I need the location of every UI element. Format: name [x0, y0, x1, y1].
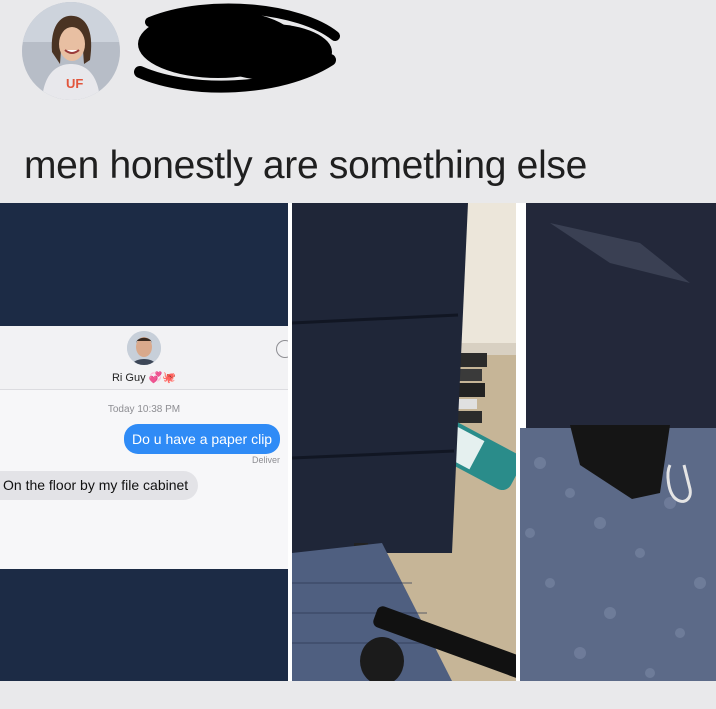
message-timestamp: Today 10:38 PM — [107, 404, 181, 415]
incoming-message-bubble: On the floor by my file cabinet — [0, 471, 199, 500]
profile-photo-icon: UF — [22, 2, 120, 100]
post-caption: men honestly are something else — [24, 144, 588, 187]
paper-clip-closeup-image — [520, 203, 716, 681]
info-icon[interactable] — [276, 340, 288, 358]
message-screenshot-panel: Ri Guy 💞🐙 Today 10:38 PM Do u have a pap… — [0, 203, 288, 681]
contact-avatar[interactable] — [127, 331, 161, 365]
outgoing-message-bubble: Do u have a paper clip — [124, 424, 281, 454]
paper-clip-closeup-photo — [520, 203, 716, 681]
contact-photo-icon — [127, 331, 161, 365]
profile-avatar[interactable]: UF — [22, 2, 120, 100]
redacted-username — [130, 2, 340, 97]
file-cabinet-photo — [292, 203, 516, 681]
conversation-header: Ri Guy 💞🐙 — [0, 326, 288, 390]
scribble-icon — [134, 3, 340, 93]
delivered-status: Deliver — [252, 455, 281, 465]
image-collage[interactable]: Ri Guy 💞🐙 Today 10:38 PM Do u have a pap… — [0, 203, 716, 681]
contact-name: Ri Guy 💞🐙 — [111, 372, 177, 384]
file-cabinet-photo-image — [292, 203, 516, 681]
messages-screen: Ri Guy 💞🐙 Today 10:38 PM Do u have a pap… — [0, 326, 288, 569]
svg-text:UF: UF — [66, 76, 83, 91]
